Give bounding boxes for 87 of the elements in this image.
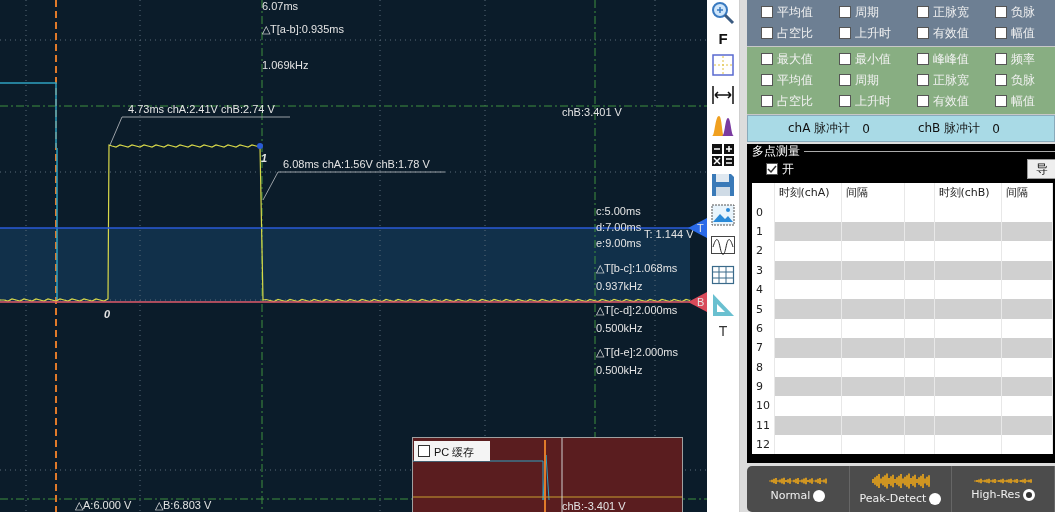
row-number: 12 xyxy=(752,435,774,455)
measurement-checkbox[interactable]: 频率 xyxy=(995,50,1055,68)
measurement-checkbox[interactable]: 幅值 xyxy=(995,24,1055,42)
point-dot xyxy=(257,143,263,149)
radio-button[interactable] xyxy=(813,489,826,502)
measurement-checkbox[interactable]: 负脉 xyxy=(995,3,1055,21)
row-number: 2 xyxy=(752,241,774,261)
cursor-readout: d:7.00ms xyxy=(596,221,642,233)
counter-value: 0 xyxy=(862,121,870,136)
acquisition-mode-option[interactable]: Normal xyxy=(770,489,826,502)
acquisition-mode-option[interactable]: High-Res xyxy=(971,488,1036,501)
measurement-checkbox[interactable]: 上升时 xyxy=(839,92,917,110)
image-icon[interactable] xyxy=(710,202,736,228)
check-icon xyxy=(767,164,777,174)
row-number: 7 xyxy=(752,338,774,358)
cursor-readout: c:5.00ms xyxy=(596,205,641,217)
delta-time-readout: △T[c-d]:2.000ms xyxy=(596,304,678,316)
measurement-checkbox[interactable]: 正脉宽 xyxy=(917,3,995,21)
pc-cache-checkbox[interactable]: PC 缓存 xyxy=(414,441,490,461)
counter-value: 0 xyxy=(992,121,1000,136)
column-header: 间隔 xyxy=(1001,183,1052,203)
frequency-readout: 0.500kHz xyxy=(596,364,643,376)
measurement-checkbox[interactable]: 周期 xyxy=(839,3,917,21)
channel-marker[interactable]: B xyxy=(688,292,707,312)
row-number: 5 xyxy=(752,299,774,319)
radio-button[interactable] xyxy=(929,492,942,505)
row-number: 0 xyxy=(752,202,774,222)
delta-time-readout: △T[d-e]:2.000ms xyxy=(596,346,678,358)
row-number: 6 xyxy=(752,318,774,339)
measurement-checkbox[interactable]: 占空比 xyxy=(761,24,839,42)
row-number: 4 xyxy=(752,279,774,300)
frequency-readout: 0.937kHz xyxy=(596,280,643,292)
time-readout: 6.07ms xyxy=(262,0,299,12)
group-title: 多点测量 xyxy=(752,144,800,158)
frequency-readout: 1.069kHz xyxy=(262,59,309,71)
point-readout: 4.73ms chA:2.41V chB:2.74 V xyxy=(128,103,275,115)
toolbar-label[interactable]: F xyxy=(718,30,728,48)
row-number: 10 xyxy=(752,396,774,416)
cursor-line[interactable] xyxy=(261,0,263,512)
measurement-checkbox[interactable]: 峰峰值 xyxy=(917,50,995,68)
enable-checkbox[interactable]: 开 xyxy=(766,160,794,178)
measurement-checkbox[interactable]: 最小值 xyxy=(839,50,917,68)
point-readout: 6.08ms chA:1.56V chB:1.78 V xyxy=(283,158,430,170)
save-icon[interactable] xyxy=(710,172,736,198)
measurement-checkbox[interactable]: 上升时 xyxy=(839,24,917,42)
point-marker: 0 xyxy=(104,308,111,320)
acquisition-mode-option[interactable]: Peak-Detect xyxy=(859,492,942,505)
zoom-icon[interactable] xyxy=(710,0,736,26)
row-number: 11 xyxy=(752,415,774,436)
measurement-checkbox[interactable]: 有效值 xyxy=(917,92,995,110)
point-marker: 1 xyxy=(261,152,268,164)
cursor-readout: e:9.00ms xyxy=(596,237,642,249)
row-number: 8 xyxy=(752,357,774,377)
waveform-icon xyxy=(871,473,930,489)
counter-label: chB 脉冲计 xyxy=(917,120,981,137)
delta-time-readout: △T[b-c]:1.068ms xyxy=(596,262,678,274)
measurement-checkbox[interactable]: 占空比 xyxy=(761,92,839,110)
measurement-checkbox[interactable]: 平均值 xyxy=(761,3,839,21)
measurement-checkbox[interactable]: 最大值 xyxy=(761,50,839,68)
delta-time-readout: △T[a-b]:0.935ms xyxy=(262,23,344,35)
cursor-line[interactable] xyxy=(55,0,57,512)
measurement-checkbox[interactable]: 有效值 xyxy=(917,24,995,42)
level-readout: chB:3.401 V xyxy=(562,106,622,118)
cursor-line[interactable] xyxy=(0,105,707,107)
voltage-delta-readout: △A:6.000 V xyxy=(75,499,132,511)
measurement-checkbox[interactable]: 正脉宽 xyxy=(917,71,995,89)
column-header: 间隔 xyxy=(841,183,904,203)
counter-label: chA 脉冲计 xyxy=(788,120,851,137)
measurement-checkbox[interactable]: 周期 xyxy=(839,71,917,89)
level-readout: chB:-3.401 V xyxy=(562,500,626,512)
radio-button[interactable] xyxy=(1023,488,1036,501)
measurement-checkbox[interactable]: 负脉 xyxy=(995,71,1055,89)
column-header: 时刻(chA) xyxy=(774,183,841,203)
row-number: 3 xyxy=(752,260,774,280)
measurement-checkbox[interactable]: 平均值 xyxy=(761,71,839,89)
column-header: 时刻(chB) xyxy=(934,183,1001,203)
row-number: 9 xyxy=(752,376,774,397)
row-number: 1 xyxy=(752,221,774,242)
waveform-icon xyxy=(974,477,1033,485)
overview-window[interactable] xyxy=(412,437,683,512)
export-button[interactable]: 导 xyxy=(1027,159,1055,179)
toolbar-label[interactable]: T xyxy=(718,322,728,340)
calculator-icon[interactable] xyxy=(710,142,736,168)
voltage-delta-readout: △B:6.803 V xyxy=(155,499,212,511)
waveform-icon xyxy=(768,476,827,486)
frequency-readout: 0.500kHz xyxy=(596,322,643,334)
measurement-checkbox[interactable]: 幅值 xyxy=(995,92,1055,110)
